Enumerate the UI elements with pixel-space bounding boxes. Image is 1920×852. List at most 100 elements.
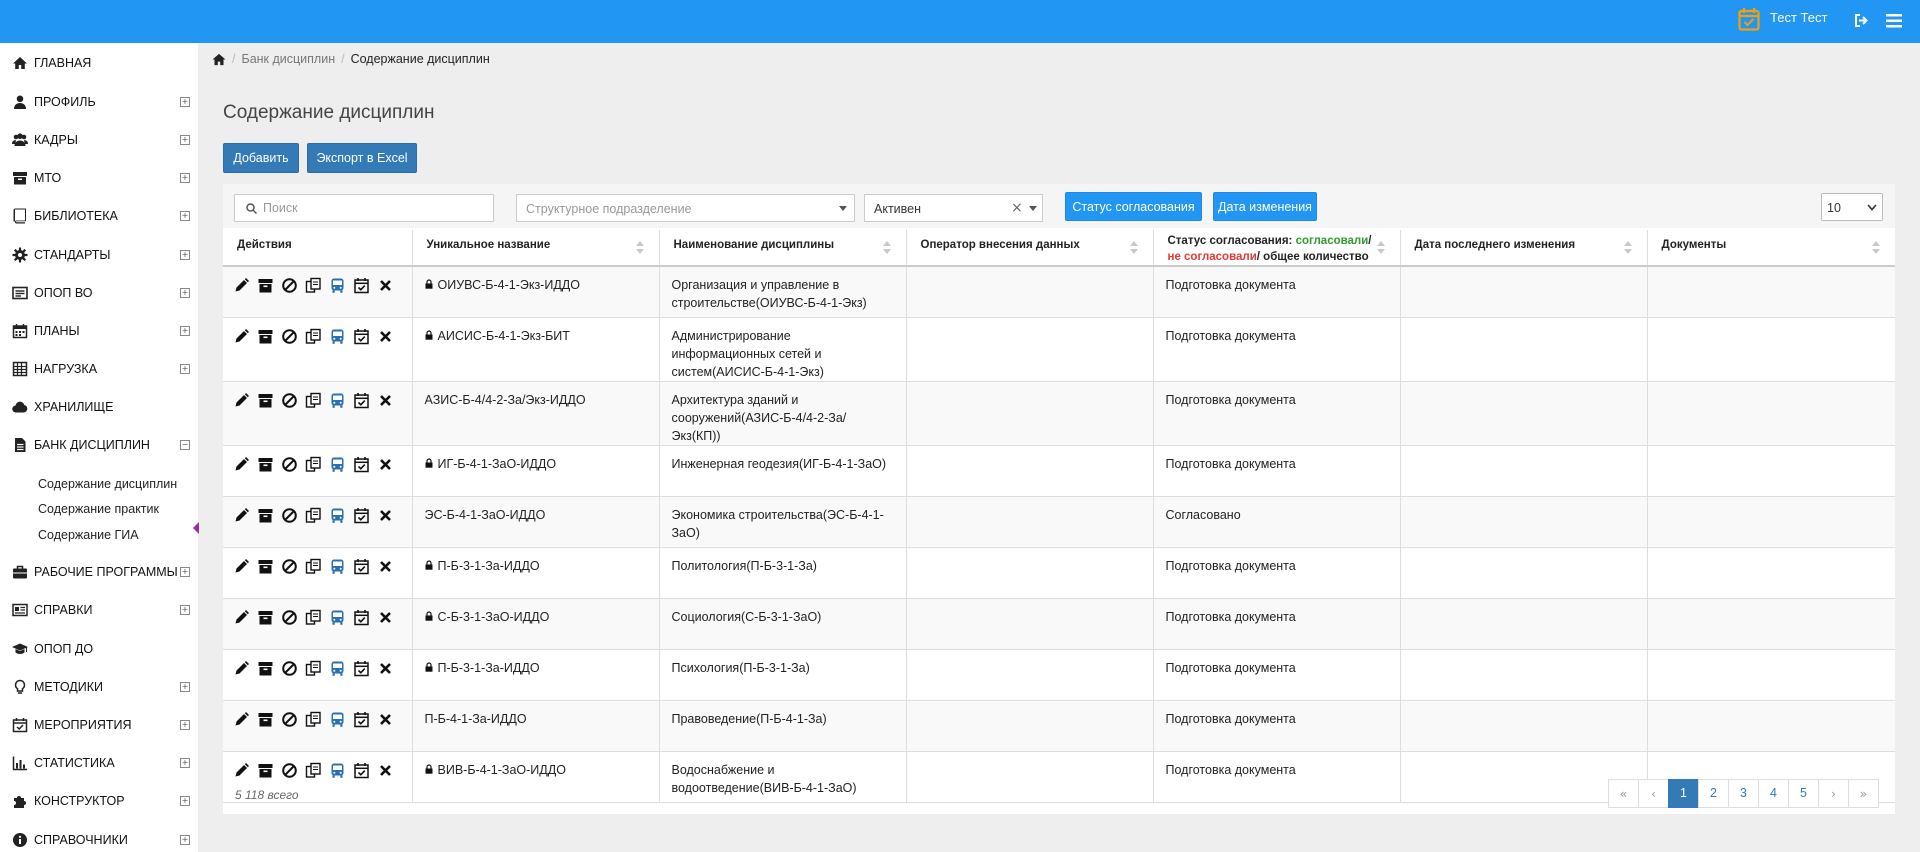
- sort-icon[interactable]: [1872, 241, 1881, 255]
- copy-icon[interactable]: [305, 711, 322, 728]
- sidebar-item-directories[interactable]: СПРАВОЧНИКИ +: [0, 828, 198, 852]
- sidebar-item-library[interactable]: БИБЛИОТЕКА +: [0, 204, 198, 228]
- block-icon[interactable]: [281, 456, 298, 473]
- close-icon[interactable]: [377, 328, 394, 345]
- copy-icon[interactable]: [305, 456, 322, 473]
- sidebar-item-opop-vo[interactable]: ОПОП ВО +: [0, 281, 198, 305]
- collapse-toggle[interactable]: −: [180, 440, 190, 450]
- copy-icon[interactable]: [305, 762, 322, 779]
- copy-icon[interactable]: [305, 328, 322, 345]
- close-icon[interactable]: [377, 456, 394, 473]
- calendar-check-icon[interactable]: [353, 660, 370, 677]
- bus-icon[interactable]: [329, 507, 346, 524]
- status-select[interactable]: Активен ×: [864, 194, 1043, 222]
- bus-icon[interactable]: [329, 392, 346, 409]
- add-button[interactable]: Добавить: [223, 143, 299, 173]
- export-excel-button[interactable]: Экспорт в Excel: [307, 143, 417, 173]
- sidebar-item-discipline-bank[interactable]: БАНК ДИСЦИПЛИН −: [0, 433, 198, 457]
- sidebar-item-methods[interactable]: МЕТОДИКИ +: [0, 675, 198, 699]
- column-header-last-changed[interactable]: Дата последнего изменения: [1400, 230, 1648, 267]
- sidebar-item-storage[interactable]: ХРАНИЛИЩЕ: [0, 395, 198, 419]
- block-icon[interactable]: [281, 762, 298, 779]
- bus-icon[interactable]: [329, 762, 346, 779]
- expand-toggle[interactable]: +: [180, 682, 190, 692]
- sort-icon[interactable]: [635, 241, 645, 255]
- sidebar-item-standards[interactable]: СТАНДАРТЫ +: [0, 243, 198, 267]
- sidebar-item-constructor[interactable]: КОНСТРУКТОР +: [0, 789, 198, 813]
- sidebar-item-opop-do[interactable]: ОПОП ДО: [0, 637, 198, 661]
- page-button[interactable]: 5: [1788, 779, 1819, 808]
- column-header-documents[interactable]: Документы: [1647, 230, 1895, 267]
- block-icon[interactable]: [281, 711, 298, 728]
- edit-icon[interactable]: [233, 328, 250, 345]
- edit-icon[interactable]: [233, 558, 250, 575]
- edit-icon[interactable]: [233, 762, 250, 779]
- block-icon[interactable]: [281, 328, 298, 345]
- approval-status-button[interactable]: Статус согласования: [1065, 192, 1202, 221]
- page-button[interactable]: 1: [1668, 779, 1699, 808]
- sidebar-item-references[interactable]: СПРАВКИ +: [0, 598, 198, 622]
- expand-toggle[interactable]: +: [180, 720, 190, 730]
- copy-icon[interactable]: [305, 507, 322, 524]
- archive-icon[interactable]: [257, 609, 274, 626]
- expand-toggle[interactable]: +: [180, 288, 190, 298]
- block-icon[interactable]: [281, 609, 298, 626]
- calendar-check-icon[interactable]: [353, 711, 370, 728]
- expand-toggle[interactable]: +: [180, 135, 190, 145]
- column-header-unique-name[interactable]: Уникальное название: [412, 230, 660, 267]
- department-select[interactable]: Структурное подразделение: [516, 194, 855, 222]
- last-page-button[interactable]: »: [1848, 779, 1879, 808]
- copy-icon[interactable]: [305, 277, 322, 294]
- sort-icon[interactable]: [1129, 241, 1139, 255]
- expand-toggle[interactable]: +: [180, 796, 190, 806]
- sort-icon[interactable]: [882, 241, 892, 255]
- close-icon[interactable]: [377, 558, 394, 575]
- sidebar-item-mto[interactable]: МТО +: [0, 166, 198, 190]
- copy-icon[interactable]: [305, 609, 322, 626]
- prev-page-button[interactable]: ‹: [1638, 779, 1669, 808]
- calendar-check-icon[interactable]: [353, 328, 370, 345]
- bus-icon[interactable]: [329, 456, 346, 473]
- logout-icon[interactable]: [1854, 13, 1869, 28]
- sidebar-item-home[interactable]: ГЛАВНАЯ: [0, 51, 198, 75]
- sidebar-item-plans[interactable]: ПЛАНЫ +: [0, 319, 198, 343]
- expand-toggle[interactable]: +: [180, 173, 190, 183]
- close-icon[interactable]: [377, 277, 394, 294]
- archive-icon[interactable]: [257, 328, 274, 345]
- archive-icon[interactable]: [257, 392, 274, 409]
- first-page-button[interactable]: «: [1608, 779, 1639, 808]
- sidebar-item-profile[interactable]: ПРОФИЛЬ +: [0, 90, 198, 114]
- close-icon[interactable]: [377, 392, 394, 409]
- sidebar-item-statistics[interactable]: СТАТИСТИКА +: [0, 751, 198, 775]
- column-header-discipline-name[interactable]: Наименование дисциплины: [659, 230, 907, 267]
- bus-icon[interactable]: [329, 328, 346, 345]
- copy-icon[interactable]: [305, 660, 322, 677]
- page-button[interactable]: 2: [1698, 779, 1729, 808]
- expand-toggle[interactable]: +: [180, 605, 190, 615]
- archive-icon[interactable]: [257, 456, 274, 473]
- page-button[interactable]: 4: [1758, 779, 1789, 808]
- archive-icon[interactable]: [257, 558, 274, 575]
- sort-icon[interactable]: [1623, 241, 1633, 255]
- page-button[interactable]: 3: [1728, 779, 1759, 808]
- close-icon[interactable]: [377, 507, 394, 524]
- home-icon[interactable]: [212, 53, 226, 66]
- edit-icon[interactable]: [233, 507, 250, 524]
- breadcrumb-link[interactable]: Банк дисциплин: [241, 52, 335, 66]
- close-icon[interactable]: [377, 609, 394, 626]
- close-icon[interactable]: [377, 711, 394, 728]
- archive-icon[interactable]: [257, 277, 274, 294]
- sidebar-subitem-discipline-content[interactable]: Содержание дисциплин: [38, 477, 177, 491]
- block-icon[interactable]: [281, 660, 298, 677]
- expand-toggle[interactable]: +: [180, 250, 190, 260]
- expand-toggle[interactable]: +: [180, 567, 190, 577]
- edit-icon[interactable]: [233, 277, 250, 294]
- archive-icon[interactable]: [257, 711, 274, 728]
- bus-icon[interactable]: [329, 277, 346, 294]
- sidebar-item-work-programs[interactable]: РАБОЧИЕ ПРОГРАММЫ +: [0, 560, 198, 584]
- sidebar-item-staff[interactable]: КАДРЫ +: [0, 128, 198, 152]
- bus-icon[interactable]: [329, 660, 346, 677]
- menu-icon[interactable]: [1886, 14, 1902, 28]
- archive-icon[interactable]: [257, 660, 274, 677]
- expand-toggle[interactable]: +: [180, 758, 190, 768]
